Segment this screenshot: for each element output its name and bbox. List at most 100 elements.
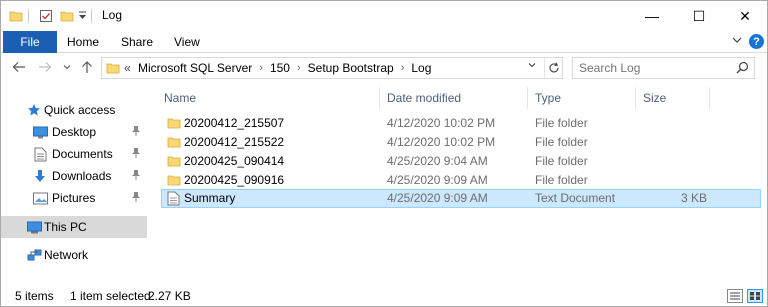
- refresh-icon[interactable]: [544, 58, 562, 78]
- sidebar-item-quick-access[interactable]: Quick access: [1, 99, 147, 121]
- search-input[interactable]: [579, 60, 729, 76]
- column-header-size[interactable]: Size: [643, 86, 666, 110]
- chevron-right-icon[interactable]: ›: [401, 62, 405, 74]
- item-count: 5 items: [15, 289, 54, 303]
- folder-icon: [167, 116, 181, 133]
- recent-locations-icon[interactable]: [59, 59, 75, 75]
- breadcrumb-item[interactable]: Setup Bootstrap: [308, 61, 394, 75]
- breadcrumb-item[interactable]: Microsoft SQL Server: [138, 61, 252, 75]
- chevron-right-icon[interactable]: ›: [259, 62, 263, 74]
- breadcrumb-item[interactable]: Log: [411, 61, 431, 75]
- title-bar: Log — ☐ ✕: [1, 1, 767, 31]
- column-divider[interactable]: [527, 87, 528, 109]
- ribbon-tabs: File Home Share View ?: [1, 31, 767, 53]
- up-arrow-icon[interactable]: [79, 59, 95, 75]
- folder-icon: [106, 61, 120, 78]
- file-date: 4/25/2020 9:09 AM: [387, 173, 488, 187]
- column-header-date-modified[interactable]: Date modified: [387, 86, 461, 110]
- file-date: 4/12/2020 10:02 PM: [387, 135, 496, 149]
- folder-icon: [9, 9, 23, 26]
- file-name: 20200412_215522: [184, 135, 285, 149]
- sidebar-item-label: Pictures: [52, 191, 96, 205]
- documents-icon: [32, 146, 48, 162]
- maximize-button[interactable]: ☐: [676, 1, 722, 31]
- file-name: 20200425_090916: [184, 173, 285, 187]
- address-bar[interactable]: « Microsoft SQL Server › 150 › Setup Boo…: [101, 57, 563, 79]
- sidebar-item-downloads[interactable]: Downloads: [1, 165, 147, 187]
- breadcrumb-item[interactable]: 150: [270, 61, 290, 75]
- file-name: 20200425_090414: [184, 154, 285, 168]
- tab-file[interactable]: File: [3, 31, 57, 53]
- status-bar: 5 items 1 item selected 2.27 KB: [1, 285, 767, 307]
- table-row[interactable]: 20200425_090414 4/25/2020 9:04 AM File f…: [161, 152, 761, 171]
- breadcrumb-overflow[interactable]: «: [124, 61, 131, 75]
- customize-toolbar-icon[interactable]: [78, 10, 87, 25]
- pin-icon[interactable]: [131, 147, 141, 162]
- pin-icon[interactable]: [131, 191, 141, 206]
- file-type: File folder: [535, 135, 588, 149]
- divider: [28, 9, 29, 23]
- network-icon: [26, 247, 42, 263]
- table-row[interactable]: 20200412_215522 4/12/2020 10:02 PM File …: [161, 133, 761, 152]
- new-folder-icon[interactable]: [60, 9, 74, 26]
- window-title: Log: [102, 8, 123, 22]
- column-header-type[interactable]: Type: [535, 86, 561, 110]
- tab-view[interactable]: View: [174, 31, 200, 53]
- pictures-icon: [32, 190, 48, 206]
- file-name: 20200412_215507: [184, 116, 285, 130]
- file-type: Text Document: [535, 191, 616, 205]
- tab-home[interactable]: Home: [67, 31, 99, 53]
- sidebar-item-desktop[interactable]: Desktop: [1, 121, 147, 143]
- tab-share[interactable]: Share: [121, 31, 153, 53]
- large-icons-view-button[interactable]: [747, 289, 763, 303]
- selection-size: 2.27 KB: [148, 289, 191, 303]
- pin-icon[interactable]: [131, 125, 141, 140]
- table-row[interactable]: 20200412_215507 4/12/2020 10:02 PM File …: [161, 114, 761, 133]
- navigation-pane: Quick access Desktop Documents Downloads…: [1, 83, 151, 285]
- table-row[interactable]: Summary 4/25/2020 9:09 AM Text Document …: [161, 189, 761, 208]
- sidebar-item-network[interactable]: Network: [1, 244, 147, 266]
- forward-arrow-icon[interactable]: [37, 59, 53, 75]
- file-name: Summary: [184, 191, 236, 205]
- sidebar-item-this-pc[interactable]: This PC: [1, 216, 147, 238]
- close-button[interactable]: ✕: [722, 1, 768, 31]
- address-dropdown-icon[interactable]: [528, 61, 536, 71]
- folder-icon: [167, 173, 181, 190]
- download-icon: [32, 168, 48, 184]
- divider: [91, 9, 92, 23]
- expand-ribbon-icon[interactable]: [732, 35, 742, 48]
- table-row[interactable]: 20200425_090916 4/25/2020 9:09 AM File f…: [161, 171, 761, 190]
- sidebar-item-pictures[interactable]: Pictures: [1, 187, 147, 209]
- back-arrow-icon[interactable]: [11, 59, 27, 75]
- star-icon: [26, 102, 42, 118]
- column-divider[interactable]: [379, 87, 380, 109]
- search-icon[interactable]: [736, 61, 749, 77]
- pin-icon[interactable]: [131, 169, 141, 184]
- column-header-name[interactable]: Name: [164, 86, 196, 110]
- sidebar-item-label: Downloads: [52, 169, 112, 183]
- properties-icon[interactable]: [39, 9, 53, 26]
- help-icon[interactable]: ?: [749, 34, 764, 49]
- file-date: 4/25/2020 9:04 AM: [387, 154, 488, 168]
- file-date: 4/12/2020 10:02 PM: [387, 116, 496, 130]
- chevron-right-icon[interactable]: ›: [297, 62, 301, 74]
- computer-icon: [26, 219, 42, 235]
- sidebar-item-label: Quick access: [44, 103, 116, 117]
- selection-status: 1 item selected: [70, 289, 151, 303]
- address-row: « Microsoft SQL Server › 150 › Setup Boo…: [1, 54, 767, 82]
- breadcrumb: Microsoft SQL Server › 150 › Setup Boots…: [138, 61, 431, 75]
- sidebar-item-documents[interactable]: Documents: [1, 143, 147, 165]
- sidebar-item-label: Documents: [52, 147, 113, 161]
- file-size: 3 KB: [681, 191, 708, 205]
- sidebar-item-label: This PC: [44, 220, 87, 234]
- explorer-window: Log — ☐ ✕ File Home Share View ? « Micro…: [0, 0, 768, 307]
- file-date: 4/25/2020 9:09 AM: [387, 191, 488, 205]
- minimize-button[interactable]: —: [629, 1, 675, 31]
- column-divider[interactable]: [709, 87, 710, 109]
- column-divider[interactable]: [635, 87, 636, 109]
- details-view-button[interactable]: [727, 289, 743, 303]
- file-type: File folder: [535, 173, 588, 187]
- sidebar-item-label: Desktop: [52, 125, 97, 139]
- search-box: [572, 57, 755, 79]
- folder-icon: [167, 135, 181, 152]
